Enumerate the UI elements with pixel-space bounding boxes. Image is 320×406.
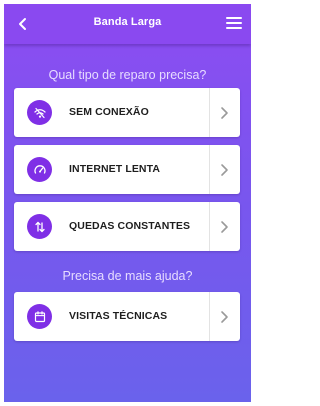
option-label: QUEDAS CONSTANTES [69, 220, 191, 232]
wifi-off-icon [33, 107, 46, 118]
chevron-right-icon [214, 103, 234, 123]
card-divider [209, 292, 210, 341]
card-divider [209, 88, 210, 137]
option-icon-badge [27, 304, 52, 329]
option-internet-lenta[interactable]: INTERNET LENTA [14, 145, 240, 194]
option-icon-badge [27, 157, 52, 182]
option-label: VISITAS TÉCNICAS [69, 310, 168, 322]
option-label: SEM CONEXÃO [69, 106, 149, 118]
speedometer-icon [33, 164, 46, 174]
top-app-bar: Banda Larga [4, 4, 251, 44]
card-divider [209, 145, 210, 194]
option-label: INTERNET LENTA [69, 163, 161, 175]
app-screen: Banda Larga Qual tipo de reparo precisa?… [4, 4, 251, 402]
option-icon-badge [27, 100, 52, 125]
option-quedas-constantes[interactable]: QUEDAS CONSTANTES [14, 202, 240, 251]
chevron-right-icon [214, 160, 234, 180]
repair-section-title: Qual tipo de reparo precisa? [48, 68, 207, 82]
menu-button[interactable] [225, 15, 243, 31]
chevron-right-icon [214, 307, 234, 327]
option-icon-badge [27, 214, 52, 239]
chevron-right-icon [214, 217, 234, 237]
option-visitas-tecnicas[interactable]: VISITAS TÉCNICAS [14, 292, 240, 341]
page-title: Banda Larga [93, 16, 162, 28]
option-sem-conexao[interactable]: SEM CONEXÃO [14, 88, 240, 137]
calendar-icon [34, 310, 45, 322]
arrows-updown-icon [34, 221, 45, 232]
help-section-title: Precisa de mais ajuda? [62, 269, 193, 283]
hamburger-menu-icon [226, 17, 242, 29]
card-divider [209, 202, 210, 251]
